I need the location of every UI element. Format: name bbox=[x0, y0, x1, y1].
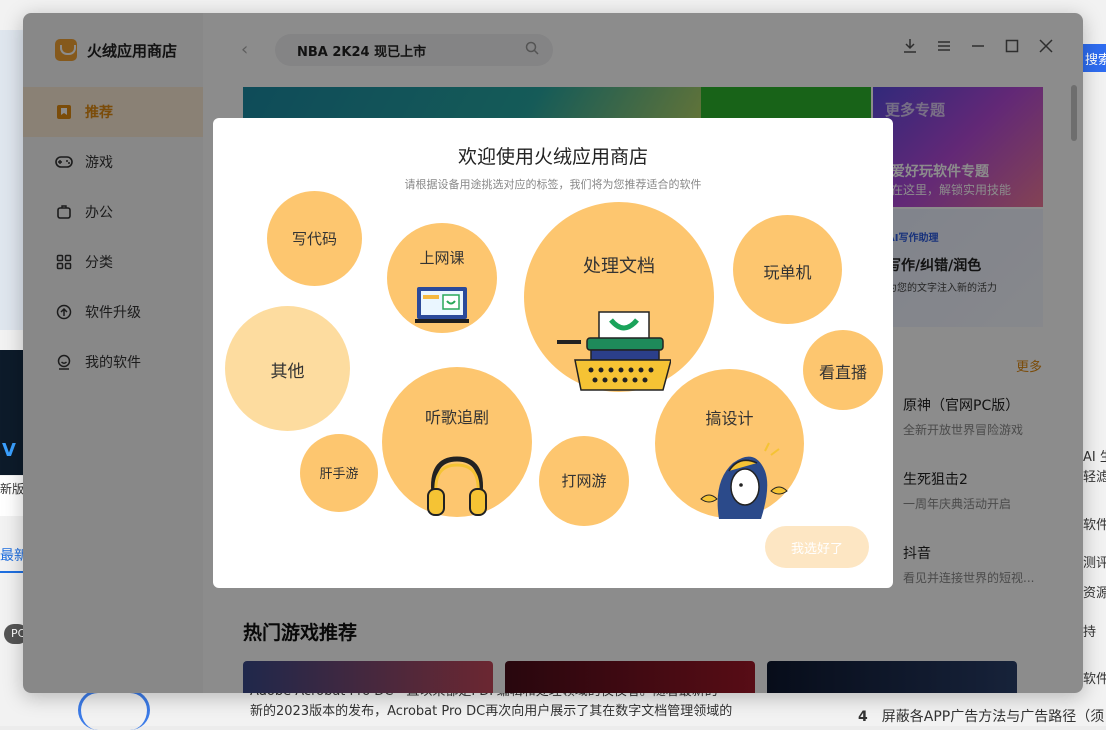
bg-rank-number: 4 bbox=[858, 709, 868, 725]
pearl-earring-girl-icon bbox=[700, 442, 788, 519]
tag-music-drama[interactable]: 听歌追剧 bbox=[382, 367, 532, 517]
bg-right-snippet: 持 bbox=[1083, 625, 1097, 640]
tag-mobile-games[interactable]: 肝手游 bbox=[300, 434, 378, 512]
dialog-title: 欢迎使用火绒应用商店 bbox=[457, 146, 648, 168]
tag-other[interactable]: 其他 bbox=[225, 306, 350, 431]
bg-article-line: 新的2023版本的发布，Acrobat Pro DC再次向用户展示了其在数字文档… bbox=[250, 704, 733, 719]
bg-left-panel bbox=[0, 30, 24, 330]
tag-single-player[interactable]: 玩单机 bbox=[733, 215, 842, 324]
bg-right-snippet: 资源 bbox=[1083, 586, 1106, 601]
bg-thumbnail: V bbox=[0, 350, 24, 475]
headphones-icon bbox=[427, 456, 487, 516]
tag-label: 看直播 bbox=[818, 363, 867, 382]
tag-label: 搞设计 bbox=[705, 409, 754, 428]
cloud-icon bbox=[78, 690, 150, 730]
confirm-button[interactable]: 我选好了 bbox=[765, 526, 869, 568]
tag-label: 肝手游 bbox=[319, 467, 359, 482]
tag-online-class[interactable]: 上网课 bbox=[387, 223, 497, 333]
tag-live-stream[interactable]: 看直播 bbox=[803, 330, 883, 410]
tag-online-games[interactable]: 打网游 bbox=[539, 436, 629, 526]
tag-write-code[interactable]: 写代码 bbox=[267, 191, 362, 286]
tag-label: 打网游 bbox=[561, 472, 607, 490]
bg-tab-newest[interactable]: 最新 bbox=[0, 545, 24, 573]
tag-label: 听歌追剧 bbox=[424, 408, 489, 427]
bg-right-snippet: 测评 bbox=[1083, 556, 1106, 571]
bg-right-snippet: AI 生 bbox=[1083, 450, 1106, 465]
tag-label: 处理文档 bbox=[583, 256, 655, 277]
bg-left-card-text: 新版、 bbox=[0, 476, 24, 516]
tag-label: 写代码 bbox=[291, 230, 337, 248]
tag-documents[interactable]: 处理文档 bbox=[524, 202, 714, 392]
bg-right-snippet: 软件 bbox=[1083, 672, 1106, 687]
bg-rank-text: 屏蔽各APP广告方法与广告路径（须 bbox=[881, 709, 1105, 725]
online-class-illustration-icon bbox=[415, 287, 469, 323]
tag-label: 上网课 bbox=[419, 249, 465, 267]
dialog-subtitle: 请根据设备用途挑选对应的标签，我们将为您推荐适合的软件 bbox=[404, 178, 702, 191]
tag-label: 其他 bbox=[270, 362, 305, 382]
bg-search-button[interactable]: 搜索 bbox=[1080, 44, 1106, 72]
welcome-dialog: 欢迎使用火绒应用商店 请根据设备用途挑选对应的标签，我们将为您推荐适合的软件 写… bbox=[213, 118, 893, 588]
tag-label: 玩单机 bbox=[763, 263, 812, 282]
bg-rank-item[interactable]: 4 屏蔽各APP广告方法与广告路径（须 bbox=[858, 706, 1106, 726]
typewriter-icon bbox=[557, 311, 671, 391]
bg-right-snippet: 轻滤 bbox=[1083, 470, 1106, 485]
tag-design[interactable]: 搞设计 bbox=[655, 369, 804, 519]
bg-right-snippet: 软件 bbox=[1083, 518, 1106, 533]
